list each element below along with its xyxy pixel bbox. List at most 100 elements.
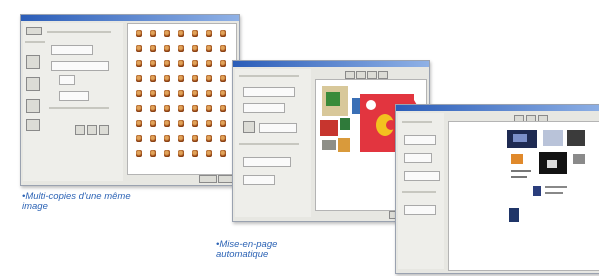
title-bar[interactable] (21, 15, 239, 21)
photo-thumbnail (150, 60, 156, 67)
photo-thumbnail (150, 105, 156, 112)
catalog-text-line (511, 170, 531, 172)
toolbar-button[interactable] (378, 71, 388, 79)
photo-thumbnail (192, 120, 198, 127)
photo-thumbnail (136, 120, 142, 127)
ok-button[interactable] (199, 175, 217, 183)
option-field[interactable] (404, 153, 432, 163)
layout-photo (326, 92, 340, 106)
photo-thumbnail (206, 45, 212, 52)
layout-photo (322, 140, 336, 150)
catalog-photo (547, 160, 557, 168)
photo-thumbnail (150, 135, 156, 142)
option-field[interactable] (243, 103, 285, 113)
photo-thumbnail (136, 45, 142, 52)
photo-thumbnail (136, 75, 142, 82)
option-field[interactable] (243, 87, 295, 97)
photo-thumbnail (206, 90, 212, 97)
divider (47, 31, 111, 33)
photo-thumbnail (150, 30, 156, 37)
divider (402, 191, 436, 193)
photo-thumbnail (220, 30, 226, 37)
catalog-text-line (511, 176, 527, 178)
photo-thumbnail (164, 105, 170, 112)
toolbar-button[interactable] (345, 71, 355, 79)
photo-thumbnail (178, 105, 184, 112)
catalog-photo (567, 130, 585, 146)
photo-thumbnail (178, 90, 184, 97)
panel-button[interactable] (243, 121, 255, 133)
caption-multi-copies: •Multi-copies d'une même image (22, 192, 131, 212)
toolbar-button[interactable] (356, 71, 366, 79)
photo-thumbnail (150, 120, 156, 127)
photo-thumbnail (220, 75, 226, 82)
divider (49, 107, 109, 109)
panel-button[interactable] (26, 119, 40, 131)
photo-thumbnail (192, 90, 198, 97)
photo-thumbnail (192, 45, 198, 52)
toolbar-button[interactable] (367, 71, 377, 79)
panel-button[interactable] (26, 77, 40, 91)
photo-thumbnail (164, 45, 170, 52)
title-bar[interactable] (396, 105, 599, 111)
layout-photo (340, 118, 350, 130)
photo-thumbnail (220, 105, 226, 112)
photo-thumbnail (150, 75, 156, 82)
photo-thumbnail (206, 75, 212, 82)
photo-thumbnail (164, 75, 170, 82)
window-multi-copies (20, 14, 240, 186)
photo-thumbnail (178, 150, 184, 157)
photo-thumbnail (136, 90, 142, 97)
print-preview-canvas (127, 23, 237, 175)
photo-thumbnail (206, 150, 212, 157)
photo-thumbnail (178, 75, 184, 82)
option-field[interactable] (51, 61, 109, 71)
control-button[interactable] (87, 125, 97, 135)
catalog-photo (513, 134, 527, 142)
control-button[interactable] (99, 125, 109, 135)
panel-button[interactable] (26, 99, 40, 113)
layout-photo (320, 120, 338, 136)
photo-thumbnail (164, 90, 170, 97)
photo-thumbnail (178, 45, 184, 52)
option-field[interactable] (404, 171, 440, 181)
photo-thumbnail (206, 120, 212, 127)
photo-thumbnail (136, 30, 142, 37)
toolbar-button[interactable] (26, 27, 42, 35)
photo-thumbnail (220, 45, 226, 52)
divider (25, 41, 45, 43)
photo-thumbnail (136, 105, 142, 112)
window-third (395, 104, 599, 274)
control-button[interactable] (75, 125, 85, 135)
photo-thumbnail (164, 135, 170, 142)
photo-thumbnail (164, 150, 170, 157)
photo-thumbnail (150, 150, 156, 157)
photo-thumbnail (136, 135, 142, 142)
caption-line-2: image (22, 201, 48, 212)
panel-button[interactable] (26, 55, 40, 69)
copies-field[interactable] (59, 75, 75, 85)
photo-thumbnail (220, 150, 226, 157)
option-field[interactable] (404, 205, 436, 215)
option-field[interactable] (404, 135, 436, 145)
photo-thumbnail (220, 90, 226, 97)
option-field[interactable] (243, 157, 291, 167)
catalog-photo (573, 154, 585, 164)
photo-thumbnail (178, 120, 184, 127)
photo-thumbnail (136, 60, 142, 67)
layout-badge (366, 100, 376, 110)
photo-thumbnail (192, 150, 198, 157)
option-field[interactable] (243, 175, 275, 185)
divider (239, 75, 299, 77)
photo-thumbnail (178, 135, 184, 142)
option-field[interactable] (259, 123, 297, 133)
option-field[interactable] (59, 91, 89, 101)
photo-thumbnail (164, 30, 170, 37)
photo-thumbnail (220, 120, 226, 127)
title-bar[interactable] (233, 61, 429, 67)
caption-line-2: automatique (216, 249, 269, 260)
option-field[interactable] (51, 45, 93, 55)
catalog-photo (543, 130, 563, 146)
photo-thumbnail (150, 90, 156, 97)
photo-thumbnail (136, 150, 142, 157)
